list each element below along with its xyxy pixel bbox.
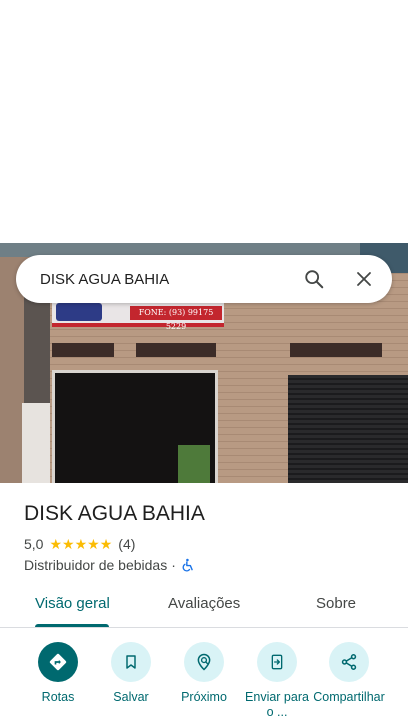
share-icon[interactable] xyxy=(329,642,369,682)
tab-active-indicator xyxy=(35,624,109,627)
review-count[interactable]: (4) xyxy=(118,536,135,552)
share-button[interactable]: Compartilhar xyxy=(312,642,386,705)
nearby-label: Próximo xyxy=(181,690,227,704)
photo-crate xyxy=(178,445,210,483)
close-icon[interactable] xyxy=(352,267,376,291)
send-to-phone-button[interactable]: Enviar para o ... xyxy=(240,642,314,720)
photo-window xyxy=(290,343,382,357)
sign-phone: FONE: (93) 99175 5229 xyxy=(130,306,222,331)
tab-about[interactable]: Sobre xyxy=(316,595,356,612)
search-input[interactable]: DISK AGUA BAHIA xyxy=(40,271,302,288)
share-label: Compartilhar xyxy=(313,690,385,704)
photo-window xyxy=(52,343,114,357)
place-tabs: Visão geral Avaliações Sobre xyxy=(0,586,408,628)
wheelchair-accessible-icon[interactable] xyxy=(180,557,196,573)
save-label: Salvar xyxy=(113,690,149,704)
rating-row[interactable]: 5,0 ★ ★ ★ ★ ★ (4) xyxy=(24,536,135,552)
bookmark-icon[interactable] xyxy=(111,642,151,682)
sign-logo xyxy=(56,303,102,321)
separator: · xyxy=(171,557,176,573)
photo-window xyxy=(136,343,216,357)
star-icon: ★ xyxy=(62,536,75,552)
store-sign: FONE: (93) 99175 5229 xyxy=(52,301,224,331)
category-row: Distribuidor de bebidas · xyxy=(24,557,196,573)
send-to-phone-icon[interactable] xyxy=(257,642,297,682)
rating-stars: ★ ★ ★ ★ ★ xyxy=(49,537,112,551)
photo-shutter xyxy=(288,375,408,483)
star-icon: ★ xyxy=(49,536,63,552)
star-icon: ★ xyxy=(74,536,88,552)
search-icon[interactable] xyxy=(302,267,326,291)
tab-overview[interactable]: Visão geral xyxy=(35,595,110,612)
send-to-phone-label: Enviar para o ... xyxy=(245,690,309,719)
nearby-icon[interactable] xyxy=(184,642,224,682)
save-button[interactable]: Salvar xyxy=(94,642,168,705)
rating-value: 5,0 xyxy=(24,536,44,552)
directions-label: Rotas xyxy=(41,690,75,704)
photo-pole-base xyxy=(22,403,50,483)
tab-reviews[interactable]: Avaliações xyxy=(168,595,240,612)
search-bar[interactable]: DISK AGUA BAHIA xyxy=(16,255,392,303)
nearby-button[interactable]: Próximo xyxy=(167,642,241,705)
star-icon: ★ xyxy=(99,536,113,552)
star-icon: ★ xyxy=(87,536,100,552)
place-title: DISK AGUA BAHIA xyxy=(24,502,205,525)
directions-icon[interactable] xyxy=(38,642,78,682)
directions-button[interactable]: Rotas xyxy=(21,642,95,705)
map-blank-area xyxy=(0,0,408,243)
place-category: Distribuidor de bebidas xyxy=(24,557,168,573)
